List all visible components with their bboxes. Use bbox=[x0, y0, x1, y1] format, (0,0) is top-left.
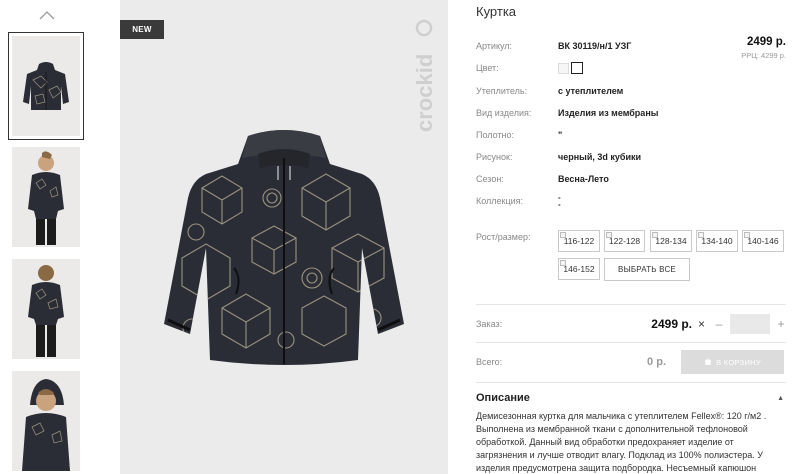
attr-label: Цвет: bbox=[476, 63, 499, 73]
decrement-button[interactable]: – bbox=[712, 317, 726, 331]
svg-text:crockid: crockid bbox=[412, 54, 437, 132]
thumbnail-model-hood[interactable] bbox=[12, 371, 80, 471]
thumbnail-model-back[interactable] bbox=[12, 259, 80, 359]
description-text: Демисезонная куртка для мальчика с утепл… bbox=[476, 411, 767, 473]
description-title: Описание bbox=[476, 392, 530, 404]
caret-up-icon[interactable]: ▲ bbox=[777, 395, 786, 402]
product-main-image[interactable]: NEW crockid bbox=[120, 0, 448, 474]
attr-label: Вид изделия: bbox=[476, 108, 532, 118]
add-to-cart-button[interactable]: В КОРЗИНУ bbox=[681, 350, 784, 374]
attr-product-type: Вид изделия: Изделия из мембраны bbox=[476, 106, 786, 120]
size-option[interactable]: 146-152 bbox=[558, 258, 600, 280]
divider bbox=[476, 382, 786, 383]
size-option[interactable]: 128-134 bbox=[650, 230, 692, 252]
size-checkbox-icon bbox=[560, 232, 566, 238]
attr-label: Коллекция: bbox=[476, 196, 524, 206]
remove-icon[interactable]: × bbox=[698, 317, 705, 331]
size-option-label: 134-140 bbox=[701, 236, 733, 246]
description-header[interactable]: Описание ▲ bbox=[476, 391, 786, 405]
size-option-label: 128-134 bbox=[655, 236, 687, 246]
divider bbox=[476, 304, 786, 305]
order-label: Заказ: bbox=[476, 319, 503, 329]
attr-label: Утеплитель: bbox=[476, 86, 528, 96]
brand-logo: crockid bbox=[408, 14, 438, 134]
increment-button[interactable]: + bbox=[774, 317, 788, 331]
size-option[interactable]: 116-122 bbox=[558, 230, 600, 252]
size-checkbox-icon bbox=[744, 232, 750, 238]
collection-dash: - bbox=[558, 200, 561, 209]
attr-collection: Коллекция: - - bbox=[476, 194, 786, 209]
size-option[interactable]: 122-128 bbox=[604, 230, 645, 252]
attr-season: Сезон: Весна-Лето bbox=[476, 172, 786, 186]
attr-value: черный, 3d кубики bbox=[558, 152, 642, 162]
attr-article: Артикул: ВК 30119/н/1 УЗГ bbox=[476, 39, 786, 53]
quantity-input[interactable] bbox=[730, 314, 770, 334]
attr-value: ВК 30119/н/1 УЗГ bbox=[558, 41, 632, 51]
size-checkbox-icon bbox=[652, 232, 658, 238]
attr-value: с утеплителем bbox=[558, 86, 624, 96]
jacket-image bbox=[162, 128, 406, 371]
product-title: Куртка bbox=[476, 4, 517, 19]
size-option[interactable]: 134-140 bbox=[696, 230, 738, 252]
chevron-up-icon[interactable] bbox=[38, 8, 56, 22]
order-price: 2499 р. bbox=[651, 317, 692, 331]
thumbnail-model-front[interactable] bbox=[12, 147, 80, 247]
size-option-label: 140-146 bbox=[747, 236, 779, 246]
size-checkbox-icon bbox=[698, 232, 704, 238]
size-checkbox-icon bbox=[560, 260, 566, 266]
add-to-cart-label: В КОРЗИНУ bbox=[716, 357, 761, 367]
color-swatch-ghost bbox=[558, 62, 569, 74]
attr-label: Полотно: bbox=[476, 130, 515, 140]
total-label: Всего: bbox=[476, 357, 503, 367]
cart-icon bbox=[705, 358, 712, 365]
attr-color: Цвет: bbox=[476, 61, 786, 75]
attr-label: Артикул: bbox=[476, 41, 513, 51]
attr-fabric: Полотно: " bbox=[476, 128, 786, 142]
new-badge: NEW bbox=[120, 20, 164, 39]
total-row: Всего: 0 р. В КОРЗИНУ bbox=[476, 350, 786, 374]
select-all-sizes-button[interactable]: ВЫБРАТЬ ВСЕ bbox=[604, 258, 690, 281]
attr-value: Изделия из мембраны bbox=[558, 108, 659, 118]
divider bbox=[476, 342, 786, 343]
size-option-label: 146-152 bbox=[563, 264, 595, 274]
order-row: Заказ: 2499 р. × – + bbox=[476, 312, 786, 336]
size-option[interactable]: 140-146 bbox=[742, 230, 784, 252]
size-checkbox-icon bbox=[606, 232, 612, 238]
product-info: Куртка 2499 р. РРЦ: 4299 р. Артикул: ВК … bbox=[476, 0, 786, 474]
thumbnail-jacket-front[interactable] bbox=[8, 32, 84, 140]
total-value: 0 р. bbox=[647, 356, 666, 368]
color-swatch[interactable] bbox=[571, 62, 583, 74]
attr-label: Сезон: bbox=[476, 174, 504, 184]
thumbnail-strip bbox=[8, 0, 86, 474]
attr-value: Весна-Лето bbox=[558, 174, 609, 184]
size-option-label: 122-128 bbox=[608, 236, 641, 246]
attr-insulation: Утеплитель: с утеплителем bbox=[476, 84, 786, 98]
attr-label: Рисунок: bbox=[476, 152, 513, 162]
size-label: Рост/размер: bbox=[476, 232, 531, 242]
quantity-stepper: – + bbox=[712, 312, 788, 336]
attr-pattern: Рисунок: черный, 3d кубики bbox=[476, 150, 786, 164]
attr-value: - - bbox=[558, 194, 561, 209]
color-swatches bbox=[558, 62, 583, 74]
size-option-label: 116-122 bbox=[563, 236, 595, 246]
attr-value: " bbox=[558, 130, 563, 140]
